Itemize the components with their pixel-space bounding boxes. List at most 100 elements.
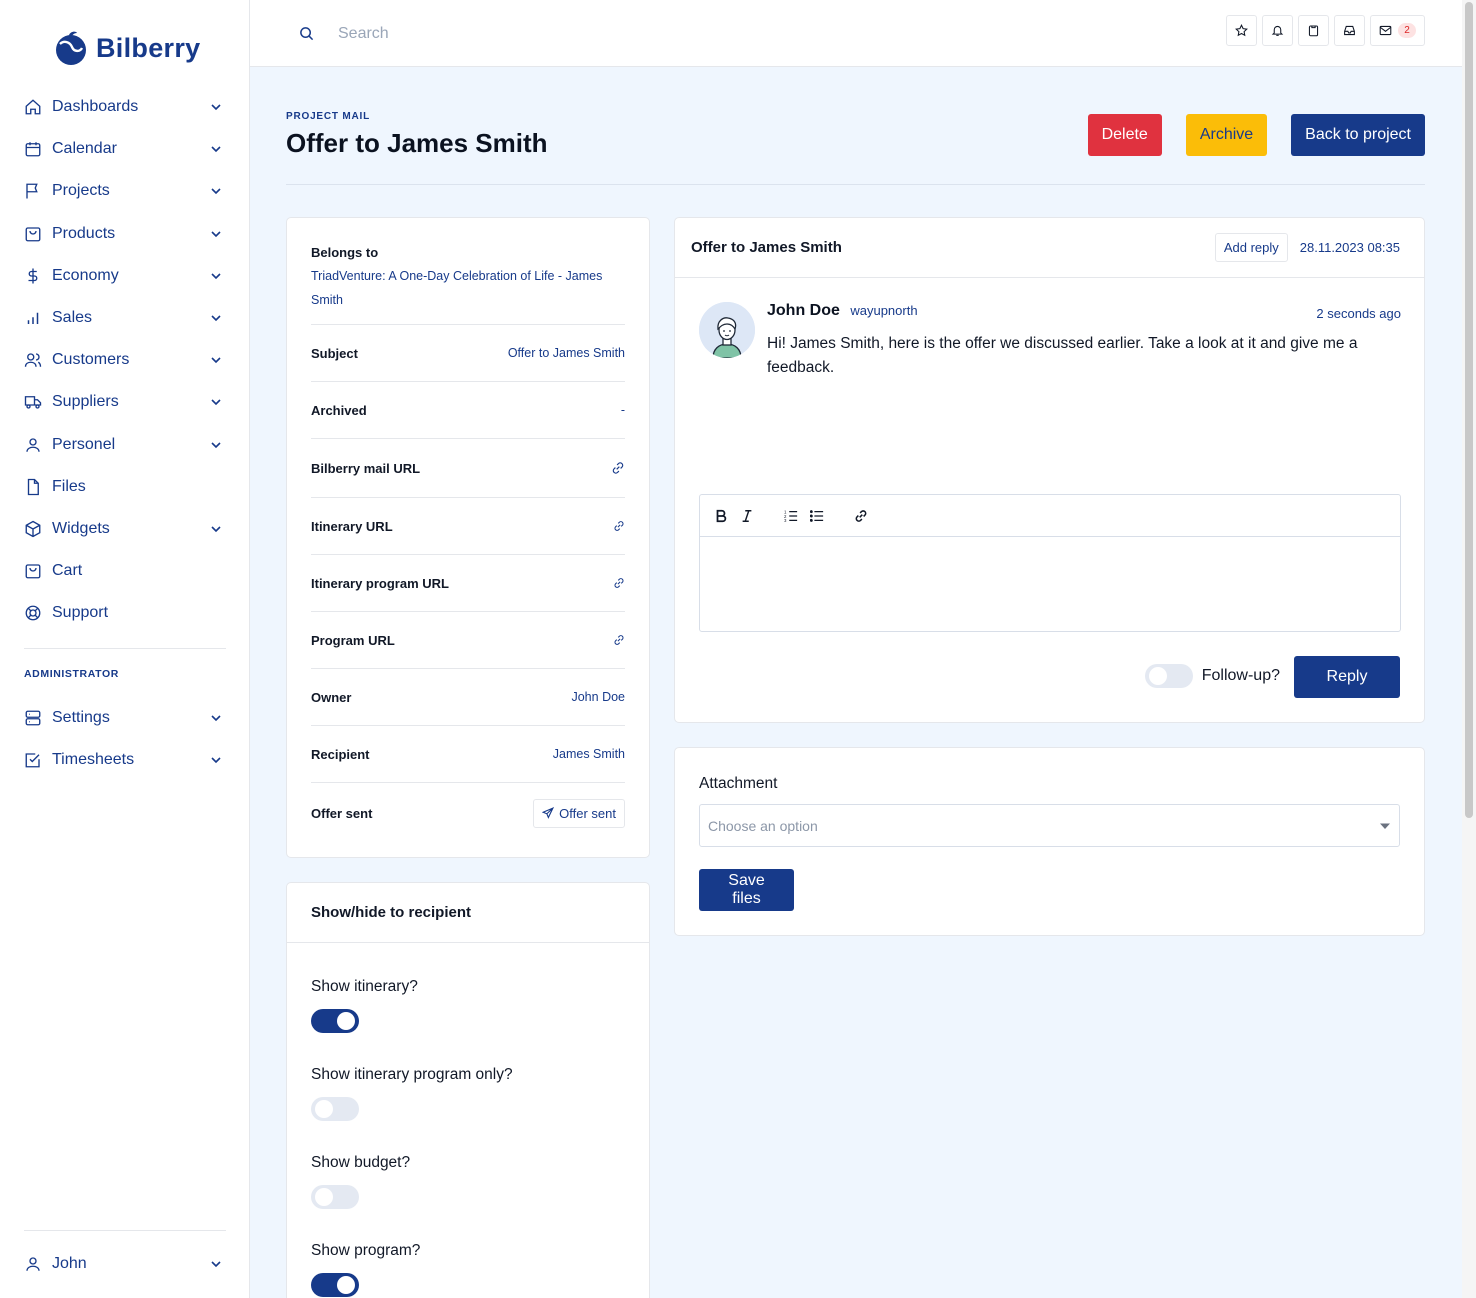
sidebar-item-widgets[interactable]: Widgets [24, 508, 226, 550]
bold-icon[interactable] [714, 509, 728, 523]
italic-icon[interactable] [740, 509, 754, 523]
detail-value[interactable]: James Smith [553, 747, 625, 761]
sidebar-item-label: Economy [52, 266, 119, 284]
detail-row-itinerary-program-url: Itinerary program URL [311, 555, 625, 612]
sidebar-item-cart[interactable]: Cart [24, 550, 226, 592]
sidebar-item-label: Projects [52, 182, 110, 200]
chevron-down-icon [211, 442, 221, 448]
svg-text:3: 3 [784, 518, 787, 523]
sidebar-item-calendar[interactable]: Calendar [24, 128, 226, 170]
detail-label: Owner [311, 689, 352, 705]
detail-row-owner: Owner John Doe [311, 669, 625, 726]
page-scrollbar[interactable] [1462, 0, 1476, 1298]
sidebar-item-customers[interactable]: Customers [24, 339, 226, 381]
sidebar-item-label: Files [52, 477, 86, 495]
detail-row-itinerary-url: Itinerary URL [311, 498, 625, 555]
sidebar-item-timesheets[interactable]: Timesheets [24, 739, 226, 781]
message-author: John Doe [767, 302, 840, 319]
ordered-list-icon[interactable]: 123 [784, 509, 798, 523]
cube-icon [25, 520, 41, 538]
chevron-down-icon [211, 273, 221, 279]
search-input[interactable] [338, 20, 738, 48]
favorites-button[interactable] [1226, 15, 1257, 46]
sidebar-item-support[interactable]: Support [24, 592, 226, 634]
link-icon[interactable] [611, 461, 625, 475]
detail-label: Recipient [311, 746, 370, 762]
topbar: 2 [250, 0, 1462, 67]
toggle-show-itinerary: Show itinerary? [311, 978, 418, 1033]
inbox-button[interactable] [1334, 15, 1365, 46]
message-text: Hi! James Smith, here is the offer we di… [767, 335, 1358, 376]
user-avatar-icon [699, 302, 755, 358]
sidebar-divider [24, 648, 226, 649]
clipboard-button[interactable] [1298, 15, 1329, 46]
show-budget-toggle[interactable] [311, 1185, 359, 1209]
sidebar-item-files[interactable]: Files [24, 466, 226, 508]
reply-text-area[interactable] [700, 537, 1400, 631]
sidebar-item-products[interactable]: Products [24, 213, 226, 255]
detail-label: Program URL [311, 632, 395, 648]
scrollbar-thumb[interactable] [1465, 2, 1473, 818]
toggle-label: Show budget? [311, 1154, 411, 1171]
show-itinerary-program-only-toggle[interactable] [311, 1097, 359, 1121]
show-program-toggle[interactable] [311, 1273, 359, 1297]
reply-button[interactable]: Reply [1294, 656, 1400, 698]
bullet-list-icon[interactable] [810, 509, 824, 523]
chevron-down-icon [211, 526, 221, 533]
chevron-down-icon [211, 757, 221, 764]
sidebar-item-personel[interactable]: Personel [24, 424, 226, 466]
detail-row-archived: Archived - [311, 382, 625, 439]
chevron-down-icon [211, 231, 221, 237]
sidebar-item-economy[interactable]: Economy [24, 255, 226, 297]
detail-label: Bilberry mail URL [311, 460, 421, 476]
link-icon[interactable] [613, 577, 625, 589]
attachment-card: Attachment Choose an option Save files [674, 747, 1425, 936]
link-icon[interactable] [854, 509, 868, 523]
sidebar-item-label: Suppliers [52, 393, 119, 411]
sidebar-item-suppliers[interactable]: Suppliers [24, 381, 226, 423]
caret-down-icon [1380, 823, 1390, 829]
detail-row-recipient: Recipient James Smith [311, 726, 625, 783]
archive-button[interactable]: Archive [1185, 114, 1268, 156]
detail-label: Itinerary URL [311, 518, 393, 534]
sidebar-item-projects[interactable]: Projects [24, 170, 226, 212]
link-icon[interactable] [613, 634, 625, 646]
avatar [699, 302, 755, 358]
belongs-to-link[interactable]: TriadVenture: A One-Day Celebration of L… [311, 264, 625, 312]
home-icon [25, 99, 41, 115]
notifications-button[interactable] [1262, 15, 1293, 46]
chevron-down-icon [211, 146, 221, 153]
logo[interactable]: Bilberry [54, 30, 200, 66]
star-icon [1235, 24, 1248, 37]
mail-button[interactable]: 2 [1370, 15, 1425, 46]
add-reply-button[interactable]: Add reply [1214, 233, 1288, 262]
chevron-down-icon [211, 1261, 221, 1268]
detail-value: Offer to James Smith [507, 346, 625, 360]
detail-value[interactable]: John Doe [571, 690, 625, 704]
sidebar-item-settings[interactable]: Settings [24, 697, 226, 739]
reply-editor: 123 [699, 494, 1401, 632]
users-icon [24, 353, 42, 368]
attachment-select[interactable]: Choose an option [699, 804, 1400, 847]
user-icon [26, 437, 40, 452]
chevron-down-icon [211, 315, 221, 322]
sidebar-item-dashboards[interactable]: Dashboards [24, 86, 226, 128]
visibility-title: Show/hide to recipient [287, 883, 649, 943]
sidebar-item-sales[interactable]: Sales [24, 297, 226, 339]
send-icon [542, 807, 555, 819]
save-files-button[interactable]: Save files [699, 869, 794, 911]
link-icon[interactable] [613, 520, 625, 532]
belongs-to-label: Belongs to [311, 245, 379, 260]
lifebuoy-icon [25, 605, 41, 621]
admin-nav: Settings Timesheets [24, 697, 226, 781]
back-to-project-button[interactable]: Back to project [1291, 114, 1425, 156]
mail-icon [1379, 25, 1392, 36]
follow-up-toggle[interactable] [1144, 664, 1193, 688]
show-itinerary-toggle[interactable] [311, 1009, 359, 1033]
mail-date: 28.11.2023 08:35 [1299, 240, 1400, 255]
offer-sent-button[interactable]: Offer sent [533, 798, 625, 828]
chevron-down-icon [211, 357, 221, 364]
delete-button[interactable]: Delete [1087, 114, 1162, 156]
truck-icon [24, 396, 42, 410]
user-menu-toggle[interactable]: John [24, 1243, 226, 1285]
